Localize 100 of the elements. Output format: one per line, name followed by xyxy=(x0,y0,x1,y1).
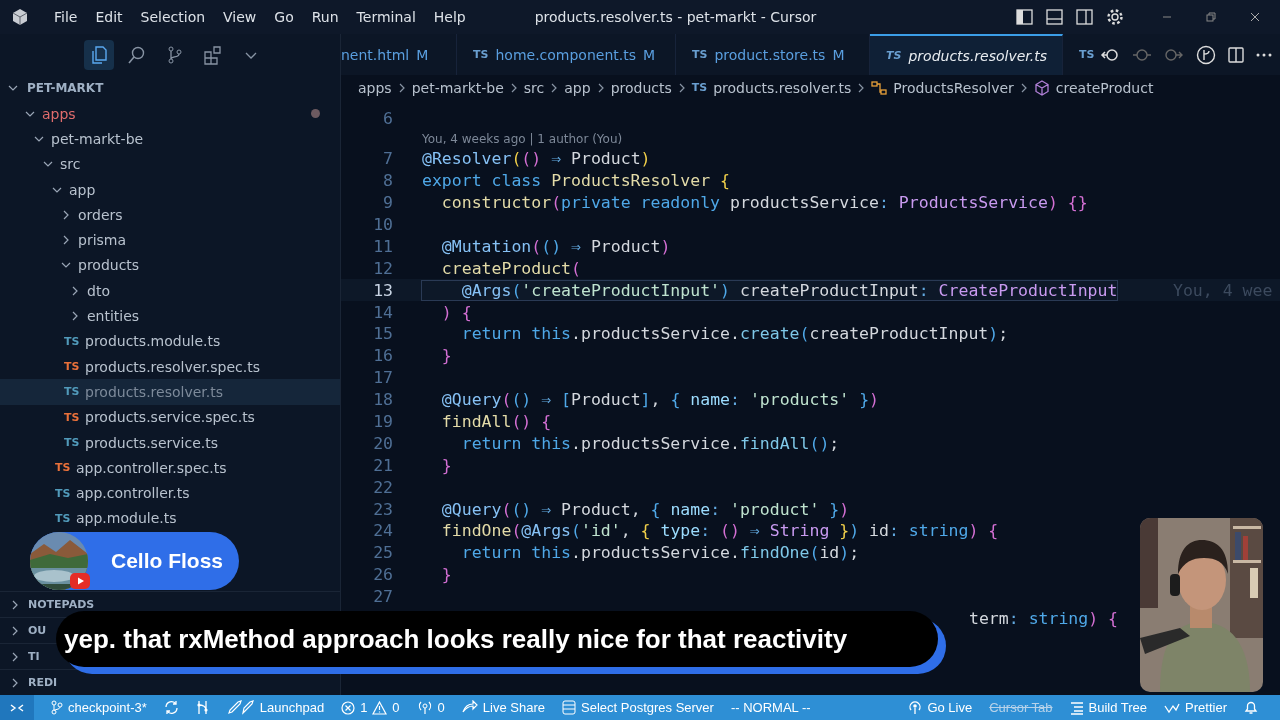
line-number: 7 xyxy=(382,149,393,169)
cube-icon xyxy=(1033,79,1050,96)
status-item[interactable]: checkpoint-3* xyxy=(51,695,147,720)
status-item[interactable]: Live Share xyxy=(461,695,545,720)
panel-toggle-icon[interactable] xyxy=(1046,9,1063,25)
typescript-icon: TS xyxy=(691,81,708,94)
close-icon[interactable] xyxy=(1250,12,1260,22)
typescript-icon: TS xyxy=(64,385,85,399)
breadcrumb-item[interactable]: app xyxy=(564,79,591,96)
status-item[interactable]: Build Tree xyxy=(1069,695,1148,720)
back-icon[interactable] xyxy=(1100,46,1121,63)
code-line: @Mutation(() ⇒ Product) xyxy=(440,236,671,256)
split-layout-icon[interactable] xyxy=(1076,9,1093,25)
menu-item[interactable]: View xyxy=(214,9,266,25)
status-item[interactable]: Prettier xyxy=(1164,695,1227,720)
code-line: @Query(() ⇒ Product, { name: 'product' }) xyxy=(440,499,850,519)
remote-icon xyxy=(10,701,24,714)
window-title: products.resolver.ts - pet-markt - Cursor xyxy=(534,9,818,25)
menu-item[interactable]: Edit xyxy=(86,9,132,25)
tree-item[interactable]: TS app.module.ts xyxy=(0,505,340,532)
breadcrumb-item[interactable]: ProductsResolver xyxy=(893,79,1014,96)
section-title[interactable]: TI xyxy=(28,650,40,663)
breadcrumb-item[interactable]: products.resolver.ts xyxy=(713,79,852,96)
problems-status[interactable]: 1 0 xyxy=(341,695,400,720)
tree-item[interactable]: TS app.controller.ts xyxy=(0,480,340,506)
tree-item[interactable]: orders xyxy=(0,202,340,228)
code-line: ) { xyxy=(440,302,472,322)
tree-item[interactable]: TS products.service.ts xyxy=(0,429,340,456)
graph-icon[interactable] xyxy=(195,700,210,715)
menu-item[interactable]: Go xyxy=(265,9,303,25)
bell-icon[interactable] xyxy=(1244,700,1258,715)
file-name: app.controller.ts xyxy=(76,485,190,502)
menu-item[interactable]: Selection xyxy=(131,9,215,25)
line-number: 13 xyxy=(372,280,393,300)
file-name: src xyxy=(60,156,81,173)
more-icon[interactable] xyxy=(1256,52,1273,57)
explorer-title[interactable]: PET-MARKT xyxy=(27,81,104,95)
code-line: findOne(@Args('id', { type: () ⇒ String }) id: string) { xyxy=(440,521,999,541)
status-item[interactable]: Launchpad xyxy=(226,695,325,720)
vim-mode[interactable]: -- NORMAL -- xyxy=(730,695,811,720)
branch-icon xyxy=(51,700,63,715)
list-icon xyxy=(1069,700,1084,715)
sync-icon[interactable] xyxy=(163,700,179,715)
section-title[interactable]: REDI xyxy=(28,676,58,689)
file-name: products.service.ts xyxy=(85,434,218,451)
chevron-right-icon xyxy=(1019,82,1028,93)
branch-icon[interactable] xyxy=(1196,44,1217,65)
status-item[interactable]: Go Live xyxy=(908,695,973,720)
line-number: 12 xyxy=(372,258,393,278)
circle-line-icon[interactable] xyxy=(1132,46,1153,63)
line-number: 19 xyxy=(372,412,393,431)
remote-button[interactable] xyxy=(0,695,34,720)
tree-item[interactable]: prisma xyxy=(0,227,340,253)
code-line: @Query(() ⇒ [Product], { name: 'products' }) xyxy=(440,390,880,410)
tree-item[interactable]: apps xyxy=(0,101,340,127)
file-name: app.controller.spec.ts xyxy=(76,459,227,476)
settings-icon[interactable] xyxy=(1106,8,1124,26)
line-number: 27 xyxy=(372,587,393,607)
status-item[interactable]: 0 xyxy=(416,695,445,720)
menu-item[interactable]: Run xyxy=(302,9,348,25)
split-editor-icon[interactable] xyxy=(1228,46,1245,63)
breadcrumb-item[interactable]: src xyxy=(523,79,545,96)
breadcrumb-item[interactable]: products xyxy=(610,79,672,96)
breadcrumb-item[interactable]: apps xyxy=(358,79,392,96)
code-line: } xyxy=(440,455,452,475)
chevron-right-icon xyxy=(550,82,559,93)
file-name: products.resolver.spec.ts xyxy=(85,358,260,375)
tree-item[interactable]: src xyxy=(0,151,340,177)
tree-item[interactable]: TS app.controller.spec.ts xyxy=(0,455,340,481)
tree-item[interactable]: products xyxy=(0,252,340,279)
tree-item[interactable]: dto xyxy=(0,278,340,304)
breadcrumb-item[interactable]: pet-markt-be xyxy=(411,79,504,96)
editor-tab[interactable]: TS home.component.ts M xyxy=(457,34,676,75)
forward-icon[interactable] xyxy=(1164,46,1185,63)
tree-item[interactable]: pet-markt-be xyxy=(0,126,340,152)
menu-item[interactable]: File xyxy=(45,9,87,25)
tree-item[interactable]: TS products.service.spec.ts xyxy=(0,404,340,430)
tree-item[interactable]: TS products.resolver.ts xyxy=(0,379,340,405)
editor-tab[interactable]: nent.html M xyxy=(341,34,457,75)
section-title[interactable]: OU xyxy=(28,624,47,637)
file-name: products xyxy=(78,257,140,274)
code-line: createProduct( xyxy=(440,258,581,278)
tree-item[interactable]: app xyxy=(0,176,340,203)
section-title[interactable]: NOTEPADS xyxy=(28,598,95,611)
editor-tab[interactable]: TS products.resolver.ts xyxy=(870,34,1063,75)
tree-item[interactable]: TS products.module.ts xyxy=(0,328,340,354)
editor-tab[interactable]: TS xyxy=(1063,34,1095,75)
sidebar-toggle-icon[interactable] xyxy=(1016,9,1033,25)
chevron-right-icon xyxy=(509,82,518,93)
codelens-text[interactable]: You, 4 weeks ago | 1 author (You) xyxy=(422,131,623,146)
activity-tab[interactable] xyxy=(84,40,114,70)
breadcrumb-item[interactable]: createProduct xyxy=(1055,79,1154,96)
file-name: pet-markt-be xyxy=(51,130,144,147)
restore-icon[interactable] xyxy=(1206,12,1216,22)
status-item[interactable]: Select Postgres Server xyxy=(562,695,714,720)
menu-item[interactable]: Help xyxy=(424,9,475,25)
menu-item[interactable]: Terminal xyxy=(347,9,425,25)
code-line: export class ProductsResolver { xyxy=(422,171,730,191)
tree-item[interactable]: entities xyxy=(0,303,340,329)
tree-item[interactable]: TS products.resolver.spec.ts xyxy=(0,353,340,380)
